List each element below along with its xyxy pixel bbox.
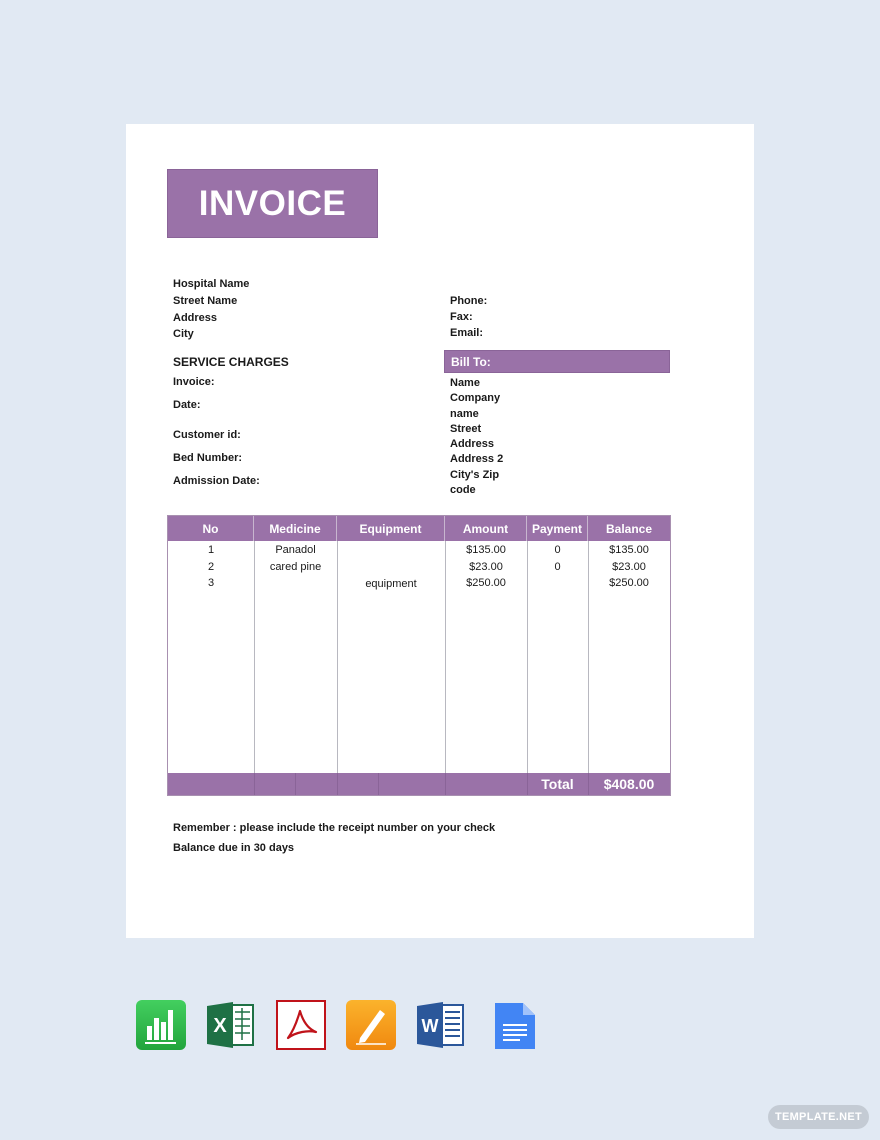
date-label: Date: [173, 399, 201, 411]
bill-to-line: Street [450, 422, 482, 435]
bill-to-details: Name Company name Street Address Address… [450, 376, 530, 498]
numbers-icon[interactable] [136, 1000, 186, 1050]
cell-equipment: equipment [365, 578, 417, 590]
bill-to-line: City's Zip [450, 468, 500, 481]
phone-label: Phone: [450, 295, 488, 307]
col-header-balance: Balance [605, 521, 653, 536]
cell-no: 1 [207, 544, 215, 556]
city: City [173, 328, 194, 340]
street-name: Street Name [173, 295, 238, 307]
cell-payment: 0 [554, 561, 561, 573]
fax-label: Fax: [450, 311, 473, 323]
column-divider [527, 541, 528, 774]
footer-divider [378, 773, 379, 795]
col-header-equipment: Equipment [337, 516, 445, 541]
col-header-amount: Amount [445, 516, 527, 541]
invoice-page: INVOICE Hospital Name Street Name Addres… [126, 124, 754, 938]
bill-to-line: code [450, 484, 476, 497]
cell-medicine: cared pine [269, 561, 322, 573]
bill-to-line: Name [450, 377, 480, 389]
column-divider [337, 541, 338, 774]
balance-due-note: Balance due in 30 days [173, 842, 295, 854]
invoice-number-label: Invoice: [173, 376, 215, 388]
column-divider [588, 541, 589, 774]
service-charges-heading: SERVICE CHARGES [173, 355, 289, 369]
cell-amount: $250.00 [466, 577, 506, 589]
invoice-title: INVOICE [167, 169, 378, 238]
excel-icon[interactable]: X [205, 1000, 255, 1050]
template-net-watermark[interactable]: TEMPLATE.NET [768, 1105, 869, 1129]
table-header: No Medicine Equipment Amount Payment Bal… [168, 516, 670, 541]
cell-no: 2 [207, 561, 215, 573]
cell-amount: $135.00 [466, 544, 506, 556]
google-docs-icon[interactable] [490, 1000, 540, 1050]
pages-icon[interactable] [346, 1000, 396, 1050]
footer-divider [337, 773, 338, 795]
bill-to-line: name [450, 407, 479, 420]
email-label: Email: [450, 327, 484, 339]
cell-balance: $135.00 [609, 544, 649, 556]
svg-text:X: X [213, 1015, 227, 1037]
total-label: Total [541, 776, 574, 792]
customer-id-label: Customer id: [173, 429, 241, 441]
bill-to-line: Address 2 [450, 453, 504, 466]
column-divider [254, 541, 255, 774]
cell-medicine: Panadol [275, 544, 316, 556]
total-value: $408.00 [603, 776, 655, 792]
receipt-note: Remember : please include the receipt nu… [173, 822, 496, 834]
cell-balance: $250.00 [609, 577, 649, 589]
hospital-name: Hospital Name [173, 278, 250, 290]
col-header-no: No [168, 516, 254, 541]
table-footer: Total $408.00 [168, 773, 670, 795]
cell-amount: $23.00 [469, 561, 503, 573]
bill-to-header: Bill To: [444, 350, 670, 373]
charges-table: No Medicine Equipment Amount Payment Bal… [167, 515, 671, 796]
cell-balance: $23.00 [612, 561, 646, 573]
svg-text:W: W [422, 1016, 439, 1036]
cell-no: 3 [207, 577, 215, 589]
footer-divider [295, 773, 296, 795]
pdf-icon[interactable] [276, 1000, 326, 1050]
admission-date-label: Admission Date: [173, 475, 260, 487]
address: Address [173, 312, 218, 324]
col-header-medicine: Medicine [254, 516, 337, 541]
bill-to-line: Company [450, 392, 501, 405]
footer-divider [445, 773, 446, 795]
col-header-payment: Payment [527, 516, 588, 541]
cell-payment: 0 [554, 544, 561, 556]
word-icon[interactable]: W [415, 1000, 465, 1050]
bed-number-label: Bed Number: [173, 452, 243, 464]
column-divider [445, 541, 446, 774]
bill-to-line: Address [450, 438, 495, 451]
footer-divider [254, 773, 255, 795]
